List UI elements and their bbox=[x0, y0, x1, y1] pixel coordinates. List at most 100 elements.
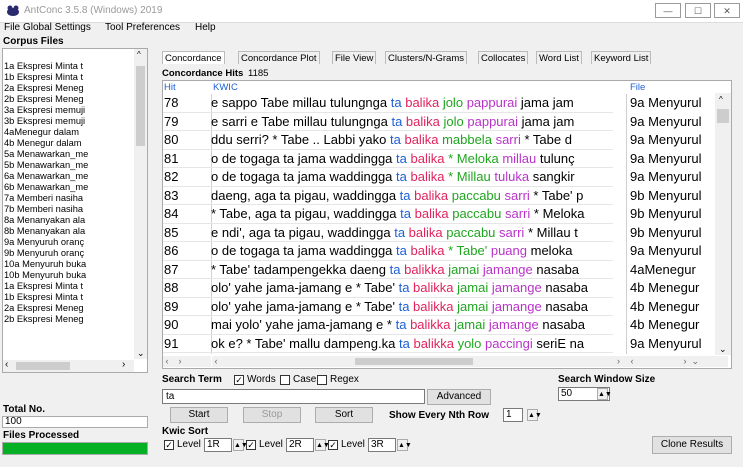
corpus-files-list[interactable]: 1a Ekspresi Minta t 1b Ekspresi Minta t 2a… bbox=[2, 48, 148, 373]
close-button[interactable]: ✕ bbox=[714, 3, 740, 18]
corpus-file-item[interactable]: 7b Memberi nasiha bbox=[3, 204, 122, 215]
nth-row-input[interactable]: 1 bbox=[503, 408, 523, 422]
corpus-file-item[interactable]: 8b Menanyakan ala bbox=[3, 226, 122, 237]
menu-file[interactable]: File bbox=[4, 22, 20, 33]
sort-button[interactable]: Sort bbox=[315, 407, 373, 423]
kwic-line[interactable]: e sappo Tabe millau tulungnga ta balika … bbox=[211, 94, 612, 112]
menu-help[interactable]: Help bbox=[195, 22, 216, 33]
tab-collocates[interactable]: Collocates bbox=[478, 51, 529, 64]
corpus-file-item[interactable]: 3b Ekspresi memuji bbox=[3, 116, 122, 127]
corpus-file-item[interactable]: 7a Memberi nasiha bbox=[3, 193, 122, 204]
hit-column-hscroll[interactable]: ‹ › bbox=[163, 356, 211, 367]
kwic-right-3: jamange bbox=[491, 298, 542, 314]
tab-file-view[interactable]: File View bbox=[332, 51, 377, 64]
level3-input[interactable]: 3R bbox=[368, 438, 396, 452]
kwic-hscroll-thumb[interactable] bbox=[355, 358, 473, 365]
level3-stepper[interactable]: ▲▼ bbox=[397, 439, 412, 451]
corpus-file-item[interactable]: 2b Ekspresi Meneg bbox=[3, 314, 122, 325]
kwic-line[interactable]: o de togaga ta jama waddingga ta balika … bbox=[211, 168, 612, 186]
scroll-up-icon[interactable]: ^ bbox=[719, 95, 723, 104]
corpus-file-item[interactable]: 6a Menawarkan_me bbox=[3, 171, 122, 182]
level2-stepper[interactable]: ▲▼ bbox=[315, 439, 330, 451]
file-column-hscroll[interactable]: ‹ › ⌄ bbox=[628, 356, 728, 367]
maximize-button[interactable]: ☐ bbox=[685, 3, 711, 18]
stop-button[interactable]: Stop bbox=[243, 407, 301, 423]
kwic-line[interactable]: olo' yahe jama-jamang e * Tabe' ta balik… bbox=[211, 279, 612, 297]
corpus-file-item[interactable]: 4aMenegur dalam bbox=[3, 127, 122, 138]
menu-tool-preferences[interactable]: Tool Preferences bbox=[105, 22, 180, 33]
tab-concordance[interactable]: Concordance bbox=[162, 51, 225, 64]
kwic-line[interactable]: * Tabe' tadampengekka daeng ta balikka j… bbox=[211, 261, 612, 279]
scroll-down-icon[interactable]: ⌄ bbox=[719, 344, 727, 355]
corpus-file-item[interactable]: 1b Ekspresi Minta t bbox=[3, 72, 122, 83]
kwic-line[interactable]: olo' yahe jama-jamang e * Tabe' ta balik… bbox=[211, 298, 612, 316]
kwic-line[interactable]: daeng, aga ta pigau, waddingga ta balika… bbox=[211, 187, 612, 205]
corpus-file-item[interactable]: 2a Ekspresi Meneg bbox=[3, 303, 122, 314]
kwic-left-context: o de togaga ta jama waddingga bbox=[211, 169, 393, 184]
tab-keyword-list[interactable]: Keyword List bbox=[591, 51, 652, 64]
corpus-file-item[interactable]: 10b Menyuruh buka bbox=[3, 270, 122, 281]
corpus-file-item[interactable]: 4b Menegur dalam bbox=[3, 138, 122, 149]
kwic-line[interactable]: ddu serri? * Tabe .. Labbi yako ta balik… bbox=[211, 131, 612, 149]
files-scroll-thumb[interactable] bbox=[136, 66, 145, 146]
corpus-file-item[interactable]: 9a Menyuruh oranç bbox=[3, 237, 122, 248]
kwic-line[interactable]: * Tabe, aga ta pigau, waddingga ta balik… bbox=[211, 205, 612, 223]
corpus-file-item[interactable]: 1b Ekspresi Minta t bbox=[3, 292, 122, 303]
title-bar: AntConc 3.5.8 (Windows) 2019 — ☐ ✕ bbox=[0, 0, 743, 23]
corpus-file-item[interactable]: 2a Ekspresi Meneg bbox=[3, 83, 122, 94]
tab-word-list[interactable]: Word List bbox=[536, 51, 582, 64]
level1-stepper[interactable]: ▲▼ bbox=[233, 439, 248, 451]
start-button[interactable]: Start bbox=[170, 407, 228, 423]
hit-number: 83 bbox=[164, 187, 179, 203]
scroll-down-icon[interactable]: ⌄ bbox=[137, 348, 145, 359]
concordance-vertical-scrollbar[interactable] bbox=[715, 93, 731, 355]
kwic-line[interactable]: e sarri e Tabe millau tulungnga ta balik… bbox=[211, 113, 612, 131]
kwic-right-2: jolo bbox=[443, 113, 464, 129]
kwic-line[interactable]: mai yolo' yahe jama-jamang e * ta balikk… bbox=[211, 316, 612, 334]
scroll-up-icon[interactable]: ^ bbox=[137, 50, 141, 59]
kwic-line[interactable]: ok e? * Tabe' mallu dampeng.ka ta balikk… bbox=[211, 335, 612, 353]
corpus-file-item[interactable]: 5a Menawarkan_me bbox=[3, 149, 122, 160]
tab-concordance-plot[interactable]: Concordance Plot bbox=[238, 51, 320, 64]
clone-results-button[interactable]: Clone Results bbox=[652, 436, 732, 454]
scroll-right-icon[interactable]: › bbox=[122, 359, 125, 370]
level2-checkbox[interactable]: ✓ bbox=[246, 440, 256, 450]
nth-row-stepper[interactable]: ▲▼ bbox=[527, 409, 542, 421]
words-checkbox[interactable]: ✓ bbox=[234, 375, 244, 385]
minimize-button[interactable]: — bbox=[655, 3, 681, 18]
column-header-hit[interactable]: Hit bbox=[164, 82, 176, 93]
corpus-file-item[interactable]: 9b Menyuruh oranç bbox=[3, 248, 122, 259]
search-input[interactable]: ta bbox=[162, 389, 425, 404]
corpus-file-item[interactable]: 1a Ekspresi Minta t bbox=[3, 61, 122, 72]
kwic-line[interactable]: o de togaga ta jama waddingga ta balika … bbox=[211, 150, 612, 168]
kwic-right-1: balikka bbox=[413, 280, 454, 295]
window-size-stepper[interactable]: ▲▼ bbox=[597, 388, 612, 400]
corpus-file-item[interactable]: 3a Ekspresi memuji bbox=[3, 105, 122, 116]
corpus-file-item[interactable]: 2b Ekspresi Meneg bbox=[3, 94, 122, 105]
level1-checkbox[interactable]: ✓ bbox=[164, 440, 174, 450]
kwic-line[interactable]: e ndi', aga ta pigau, waddingga ta balik… bbox=[211, 224, 612, 242]
level3-checkbox[interactable]: ✓ bbox=[328, 440, 338, 450]
case-checkbox[interactable] bbox=[280, 375, 290, 385]
regex-checkbox[interactable] bbox=[317, 375, 327, 385]
corpus-file-item[interactable]: 10a Menyuruh buka bbox=[3, 259, 122, 270]
corpus-file-item[interactable]: 1a Ekspresi Minta t bbox=[3, 281, 122, 292]
column-header-file[interactable]: File bbox=[630, 82, 645, 93]
kwic-line[interactable]: o de togaga ta jama waddingga ta balika … bbox=[211, 242, 612, 260]
advanced-button[interactable]: Advanced bbox=[427, 389, 491, 405]
files-hscroll-thumb[interactable] bbox=[16, 362, 70, 370]
corpus-file-item[interactable]: 8a Menanyakan ala bbox=[3, 215, 122, 226]
kwic-column[interactable]: e sappo Tabe millau tulungnga ta balika … bbox=[211, 94, 612, 354]
corpus-file-item[interactable]: 5b Menawarkan_me bbox=[3, 160, 122, 171]
level1-input[interactable]: 1R bbox=[204, 438, 232, 452]
kwic-left-context: olo' yahe jama-jamang e * Tabe' bbox=[211, 298, 395, 314]
corpus-file-item[interactable]: 6b Menawarkan_me bbox=[3, 182, 122, 193]
concordance-scroll-thumb[interactable] bbox=[717, 109, 729, 123]
progress-fill bbox=[3, 443, 147, 454]
kwic-left-context: olo' yahe jama-jamang e * Tabe' bbox=[211, 280, 395, 295]
column-header-kwic[interactable]: KWIC bbox=[213, 82, 238, 93]
scroll-left-icon[interactable]: ‹ bbox=[5, 359, 8, 370]
tab-clusters[interactable]: Clusters/N-Grams bbox=[385, 51, 468, 64]
menu-global-settings[interactable]: Global Settings bbox=[23, 22, 91, 33]
level2-input[interactable]: 2R bbox=[286, 438, 314, 452]
